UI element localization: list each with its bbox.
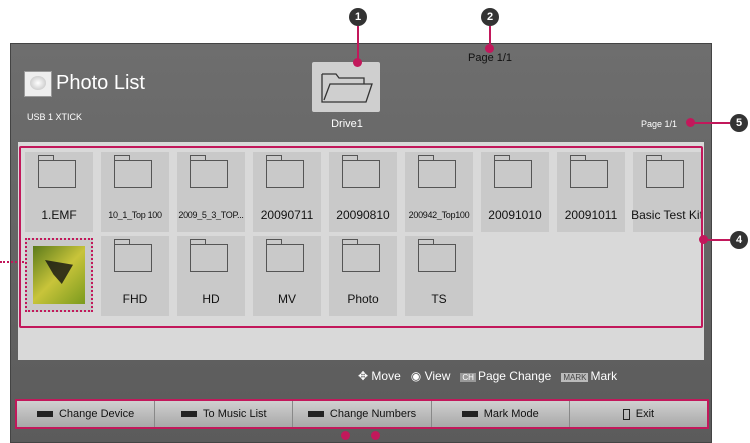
callout-dot-bottom-right [371,431,380,440]
page-indicator: Page 1/1 [641,119,678,129]
ch-button-icon: CH [460,373,476,382]
mark-label: Mark [590,369,618,383]
blue-key-icon [461,411,478,417]
mark-button-icon: MARK [561,373,589,382]
callout-5-line [690,122,730,124]
page-change-label: Page Change [477,369,552,383]
callout-5-dot [686,118,695,127]
callout-1-dot [353,58,362,67]
move-hint: ✥ Move [358,369,401,383]
change-numbers-button[interactable]: Change Numbers [293,401,432,427]
callout-3-dotted-line [0,261,24,263]
callout-1: 1 [349,8,367,26]
page-indicator-top: Page 1/1 [468,52,513,64]
callout-1-line [357,26,359,62]
exit-icon [622,408,630,420]
exit-button[interactable]: Exit [569,401,708,427]
move-label: Move [371,369,401,383]
callout-4-dot [699,235,708,244]
move-arrows-icon: ✥ [358,369,369,383]
ok-button-icon: ◉ [410,369,422,383]
callout-2: 2 [481,8,499,26]
green-key-icon [181,411,198,417]
mark-hint: MARK Mark [561,369,617,383]
file-grid-highlight [19,146,703,328]
yellow-key-icon [307,411,324,417]
drive-folder-icon[interactable] [312,62,380,112]
view-hint: ◉ View [411,369,451,383]
device-name: USB 1 XTICK [27,112,83,122]
bottom-button-bar: Change Device To Music List Change Numbe… [15,399,709,429]
callout-4-line [705,239,730,241]
callout-dot-bottom-left [341,431,350,440]
to-music-list-button[interactable]: To Music List [155,401,294,427]
control-hints: ✥ Move ◉ View CH Page Change MARK Mark [358,369,617,383]
page-title: Photo List [56,72,145,94]
page-change-hint: CH Page Change [460,369,551,383]
callout-4: 4 [730,231,748,249]
change-numbers-label: Change Numbers [329,408,417,420]
drive-label: Drive1 [331,118,363,130]
callout-2-dot [485,44,494,53]
callout-5: 5 [730,114,748,132]
exit-label: Exit [635,408,655,420]
change-device-button[interactable]: Change Device [17,401,156,427]
open-folder-icon [321,73,373,103]
photo-list-icon [24,71,52,97]
mark-mode-label: Mark Mode [483,408,539,420]
view-label: View [424,369,451,383]
change-device-label: Change Device [58,408,135,420]
red-key-icon [36,411,53,417]
to-music-label: To Music List [203,408,267,420]
mark-mode-button[interactable]: Mark Mode [431,401,570,427]
